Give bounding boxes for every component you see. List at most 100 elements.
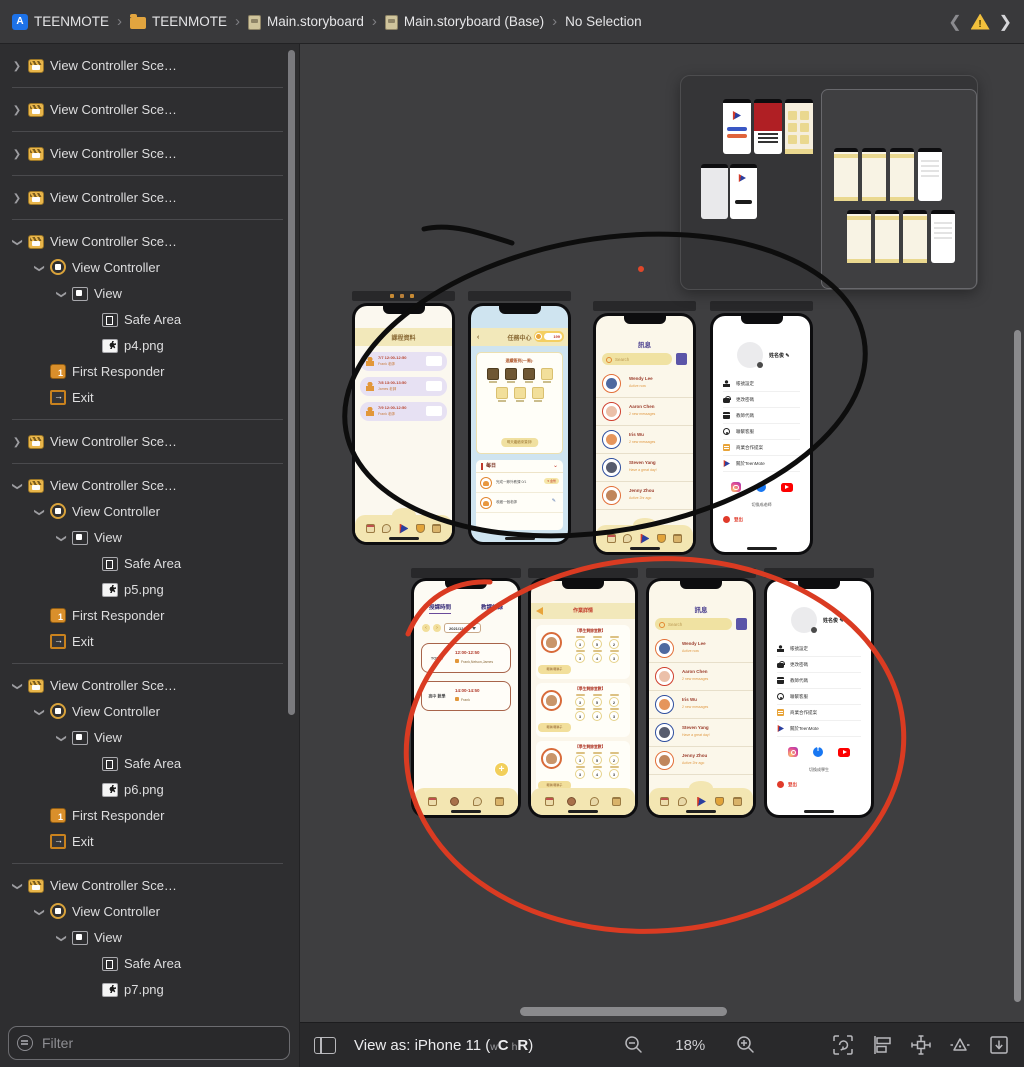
outline-row[interactable]: View Controller Sce… (0, 472, 299, 498)
disclosure-chevron-icon[interactable] (10, 100, 24, 118)
outline-row[interactable] (0, 78, 299, 96)
outline-row[interactable]: First Responder (0, 358, 299, 384)
outline-row[interactable]: View Controller Sce… (0, 428, 299, 454)
outline-row[interactable] (0, 122, 299, 140)
disclosure-chevron-icon[interactable] (54, 528, 68, 546)
disclosure-chevron-icon[interactable] (32, 388, 46, 406)
breadcrumb-item[interactable]: TEENMOTE (12, 13, 130, 30)
outline-row[interactable]: View Controller Sce… (0, 872, 299, 898)
phone-mockup-messages[interactable]: 訊息 Search Wendy Lee Active now Aaron Che… (593, 313, 696, 555)
align-icon[interactable] (871, 1034, 893, 1056)
editor-pane-toggle-icon[interactable] (314, 1036, 336, 1054)
outline-row[interactable]: View (0, 524, 299, 550)
phone-mockup-task-center[interactable]: ‹ 任務中心 199 連續簽到(一周): 明天繼續來簽到! 每日 ⌄ 完成一節外… (468, 303, 571, 545)
disclosure-chevron-icon[interactable] (32, 806, 46, 824)
disclosure-chevron-icon[interactable] (10, 188, 24, 206)
outline-row[interactable]: Exit (0, 384, 299, 410)
phone-mockup-profile[interactable]: 姓名俊 ✎ 帳號設定 更改密碼 教師代碼 聯繫客服 商業合作提案 關於TeenM… (710, 313, 813, 555)
disclosure-chevron-icon[interactable] (84, 336, 98, 354)
outline-row[interactable]: View Controller Sce… (0, 96, 299, 122)
outline-row[interactable] (0, 410, 299, 428)
zoom-out-icon[interactable] (623, 1034, 645, 1056)
disclosure-chevron-icon[interactable] (32, 832, 46, 850)
outline-row[interactable] (0, 210, 299, 228)
outline-row[interactable] (0, 166, 299, 184)
disclosure-chevron-icon[interactable] (32, 362, 46, 380)
canvas-minimap[interactable] (680, 75, 978, 290)
outline-row[interactable]: Exit (0, 828, 299, 854)
outline-row[interactable]: View Controller (0, 498, 299, 524)
outline-row[interactable]: Exit (0, 628, 299, 654)
breadcrumb-item[interactable]: No Selection (565, 14, 642, 29)
phone-mockup-course-schedule[interactable]: 課程資料 7/7 12:00-12:50 Frank 老師 7/8 13:00-… (352, 303, 455, 545)
next-issue-chevron-icon[interactable]: ❯ (999, 12, 1012, 32)
phone-mockup-teaching-schedule[interactable]: 授課時間 教課紀錄 ‹ › 2021/12/19 TOEIC 12:00-12:… (411, 578, 521, 818)
previous-issue-chevron-icon[interactable]: ❮ (948, 12, 961, 32)
outline-row[interactable]: p5.png (0, 576, 299, 602)
phone-mockup-homework-detail[interactable]: 作業詳情 暱稱:暱稱子 【學生剩餘堂數】 3 5 2 3 4 3 暱稱:暱稱子 … (528, 578, 638, 818)
outline-row[interactable] (0, 454, 299, 472)
outline-row[interactable]: View Controller Sce… (0, 228, 299, 254)
zoom-level[interactable]: 18% (675, 1037, 705, 1054)
scene-dock[interactable] (710, 301, 813, 311)
outline-row[interactable]: p7.png (0, 976, 299, 1002)
zoom-in-icon[interactable] (735, 1034, 757, 1056)
outline-row[interactable]: View Controller (0, 698, 299, 724)
outline-row[interactable]: First Responder (0, 802, 299, 828)
outline-row[interactable]: View Controller Sce… (0, 140, 299, 166)
scene-dock[interactable] (352, 291, 455, 301)
scene-dock[interactable] (411, 568, 521, 578)
disclosure-chevron-icon[interactable] (32, 702, 46, 720)
disclosure-chevron-icon[interactable] (32, 632, 46, 650)
filter-field[interactable] (8, 1026, 290, 1060)
outline-row[interactable]: Safe Area (0, 306, 299, 332)
storyboard-canvas[interactable]: 課程資料 7/7 12:00-12:50 Frank 老師 7/8 13:00-… (300, 44, 1024, 1022)
breadcrumb-item[interactable]: Main.storyboard (248, 13, 385, 30)
disclosure-chevron-icon[interactable] (84, 780, 98, 798)
embed-in-icon[interactable] (988, 1034, 1010, 1056)
disclosure-chevron-icon[interactable] (10, 432, 24, 450)
disclosure-chevron-icon[interactable] (84, 954, 98, 972)
vertical-scrollbar[interactable] (1014, 330, 1021, 1002)
disclosure-chevron-icon[interactable] (32, 502, 46, 520)
disclosure-chevron-icon[interactable] (32, 258, 46, 276)
outline-row[interactable]: View (0, 280, 299, 306)
disclosure-chevron-icon[interactable] (84, 580, 98, 598)
outline-row[interactable]: Safe Area (0, 750, 299, 776)
view-as-device-button[interactable]: View as: iPhone 11 (wC hR) (354, 1037, 533, 1054)
disclosure-chevron-icon[interactable] (54, 928, 68, 946)
outline-row[interactable]: View Controller (0, 898, 299, 924)
sidebar-scrollbar[interactable] (288, 50, 295, 715)
breadcrumb-item[interactable]: Main.storyboard (Base) (384, 13, 565, 30)
disclosure-chevron-icon[interactable] (84, 754, 98, 772)
outline-row[interactable]: View Controller Sce… (0, 184, 299, 210)
outline-row[interactable]: p4.png (0, 332, 299, 358)
scene-dock[interactable] (528, 568, 638, 578)
outline-row[interactable]: Safe Area (0, 950, 299, 976)
phone-mockup-messages[interactable]: 訊息 Search Wendy Lee Active now Aaron Che… (646, 578, 756, 818)
disclosure-chevron-icon[interactable] (84, 310, 98, 328)
disclosure-chevron-icon[interactable] (10, 232, 24, 250)
outline-row[interactable]: View Controller (0, 254, 299, 280)
scene-dock[interactable] (646, 568, 756, 578)
warning-triangle-icon[interactable] (970, 13, 990, 30)
outline-row[interactable]: First Responder (0, 602, 299, 628)
filter-input[interactable] (40, 1034, 281, 1052)
phone-mockup-profile[interactable]: 姓名俊 ✎ 帳號設定 更改密碼 教師代碼 聯繫客服 商業合作提案 關於TeenM… (764, 578, 874, 818)
outline-row[interactable]: View (0, 924, 299, 950)
outline-row[interactable]: View (0, 724, 299, 750)
outline-row[interactable]: View Controller Sce… (0, 52, 299, 78)
breadcrumb-item[interactable]: TEENMOTE (130, 13, 248, 30)
add-constraints-icon[interactable] (910, 1034, 932, 1056)
disclosure-chevron-icon[interactable] (32, 902, 46, 920)
disclosure-chevron-icon[interactable] (84, 980, 98, 998)
disclosure-chevron-icon[interactable] (10, 876, 24, 894)
disclosure-chevron-icon[interactable] (10, 144, 24, 162)
outline-row[interactable] (0, 854, 299, 872)
scene-dock[interactable] (593, 301, 696, 311)
disclosure-chevron-icon[interactable] (32, 606, 46, 624)
horizontal-scrollbar[interactable] (520, 1007, 727, 1016)
disclosure-chevron-icon[interactable] (54, 728, 68, 746)
outline-row[interactable] (0, 654, 299, 672)
scene-dock[interactable] (764, 568, 874, 578)
